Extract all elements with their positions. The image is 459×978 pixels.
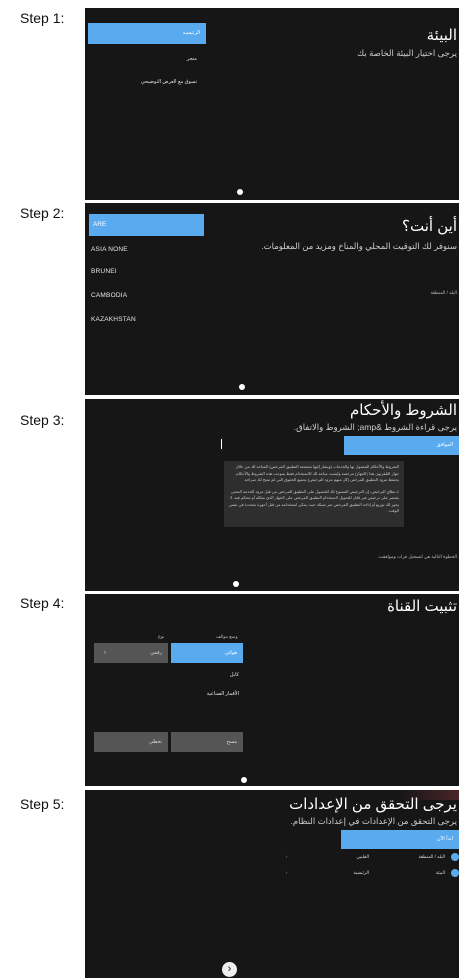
- step-3-label: Step 3:: [20, 412, 65, 428]
- agree-button[interactable]: الموافق: [344, 436, 459, 455]
- country-region-label: البلد / المنطقة: [430, 290, 457, 295]
- page-title: الشروط والأحكام: [349, 402, 457, 419]
- next-step-note: الخطوة التالية هي لتسجيل قرات وموافقت.: [377, 554, 457, 559]
- page-title: تثبيت القناة: [387, 598, 457, 615]
- page-title: أين أنت؟: [402, 218, 457, 235]
- row-label: البلد / المنطقة: [418, 854, 445, 859]
- step-4-label: Step 4:: [20, 595, 65, 611]
- environment-option-store[interactable]: متجر: [187, 56, 197, 62]
- page-subtitle: سنوفر لك التوقيت المحلي والمناخ ومزيد من…: [261, 241, 457, 251]
- page-title: يرجى التحقق من الإعدادات: [289, 796, 457, 813]
- page-title: البيئة: [426, 27, 457, 44]
- page-subtitle: يرجى اختيار البيئة الخاصة بك: [357, 48, 457, 58]
- environment-option-home[interactable]: الرئيسية: [88, 23, 206, 44]
- step-1-label: Step 1:: [20, 10, 65, 26]
- row-value: الرئيسية: [353, 870, 370, 875]
- tuner-mode-label: وضع موالف: [216, 634, 238, 639]
- country-option-asia-none[interactable]: ASIA NONE: [91, 246, 128, 253]
- step-2-screen: أين أنت؟ سنوفر لك التوقيت المحلي والمناخ…: [85, 203, 459, 395]
- tuner-option-cable[interactable]: كابل: [230, 672, 239, 678]
- country-option-brunei[interactable]: BRUNEI: [91, 268, 117, 275]
- page-subtitle: يرجى قراءة الشروط &amp; الشروط والاتفاق.: [293, 422, 457, 432]
- country-option-kazakhstan[interactable]: KAZAKHSTAN: [91, 316, 136, 323]
- environment-option-demo[interactable]: تسوق مع العرض التوضيحي: [141, 79, 197, 85]
- step-5-label: Step 5:: [20, 796, 65, 812]
- page-indicator-dot: [233, 581, 239, 587]
- step-1-screen: البيئة يرجى اختيار البيئة الخاصة بك الرئ…: [85, 8, 459, 200]
- terms-text-box[interactable]: الشروط والأحكام المعمول بها والخدمات (وي…: [224, 461, 404, 527]
- tuner-option-antenna[interactable]: هوائي: [171, 643, 243, 663]
- page-indicator-dot: [239, 384, 245, 390]
- chevron-left-icon[interactable]: ‹: [286, 854, 288, 859]
- scan-button[interactable]: مسح: [171, 732, 243, 752]
- environment-icon: [451, 869, 459, 877]
- step-3-screen: الشروط والأحكام يرجى قراءة الشروط &amp; …: [85, 399, 459, 591]
- chevron-left-icon[interactable]: ‹: [286, 870, 288, 875]
- type-label: نوع: [158, 634, 165, 639]
- text-cursor: [221, 439, 222, 449]
- page-subtitle: يرجى التحقق من الإعدادات في إعدادات النظ…: [290, 816, 458, 826]
- page-indicator-dot: [237, 189, 243, 195]
- terms-paragraph: 1-نطاق الترخيص: إن الترخيص الممنوح لك لل…: [229, 488, 399, 514]
- skip-button[interactable]: تخطي: [94, 732, 168, 752]
- row-value: الفلبين: [356, 854, 369, 859]
- terms-paragraph: الشروط والأحكام المعمول بها والخدمات (وي…: [235, 464, 399, 482]
- start-now-button[interactable]: ابدأ الآن: [341, 830, 459, 849]
- country-option-are[interactable]: ARE: [89, 214, 204, 236]
- page-indicator-dot: [241, 777, 247, 783]
- step-4-screen: تثبيت القناة وضع موالف نوع رقمي ‹ هوائي …: [85, 594, 459, 786]
- row-label: البيئة: [435, 870, 445, 875]
- country-option-cambodia[interactable]: CAMBODIA: [91, 292, 127, 299]
- next-arrow-icon[interactable]: ›: [222, 962, 237, 977]
- step-5-screen: يرجى التحقق من الإعدادات يرجى التحقق من …: [85, 790, 459, 978]
- type-value: رقمي: [150, 650, 162, 656]
- step-2-label: Step 2:: [20, 205, 65, 221]
- country-region-icon: [451, 853, 459, 861]
- chevron-left-icon: ‹: [104, 650, 106, 656]
- tuner-option-satellite[interactable]: الأقمار الصناعية: [207, 691, 239, 697]
- type-select[interactable]: رقمي ‹: [94, 643, 168, 663]
